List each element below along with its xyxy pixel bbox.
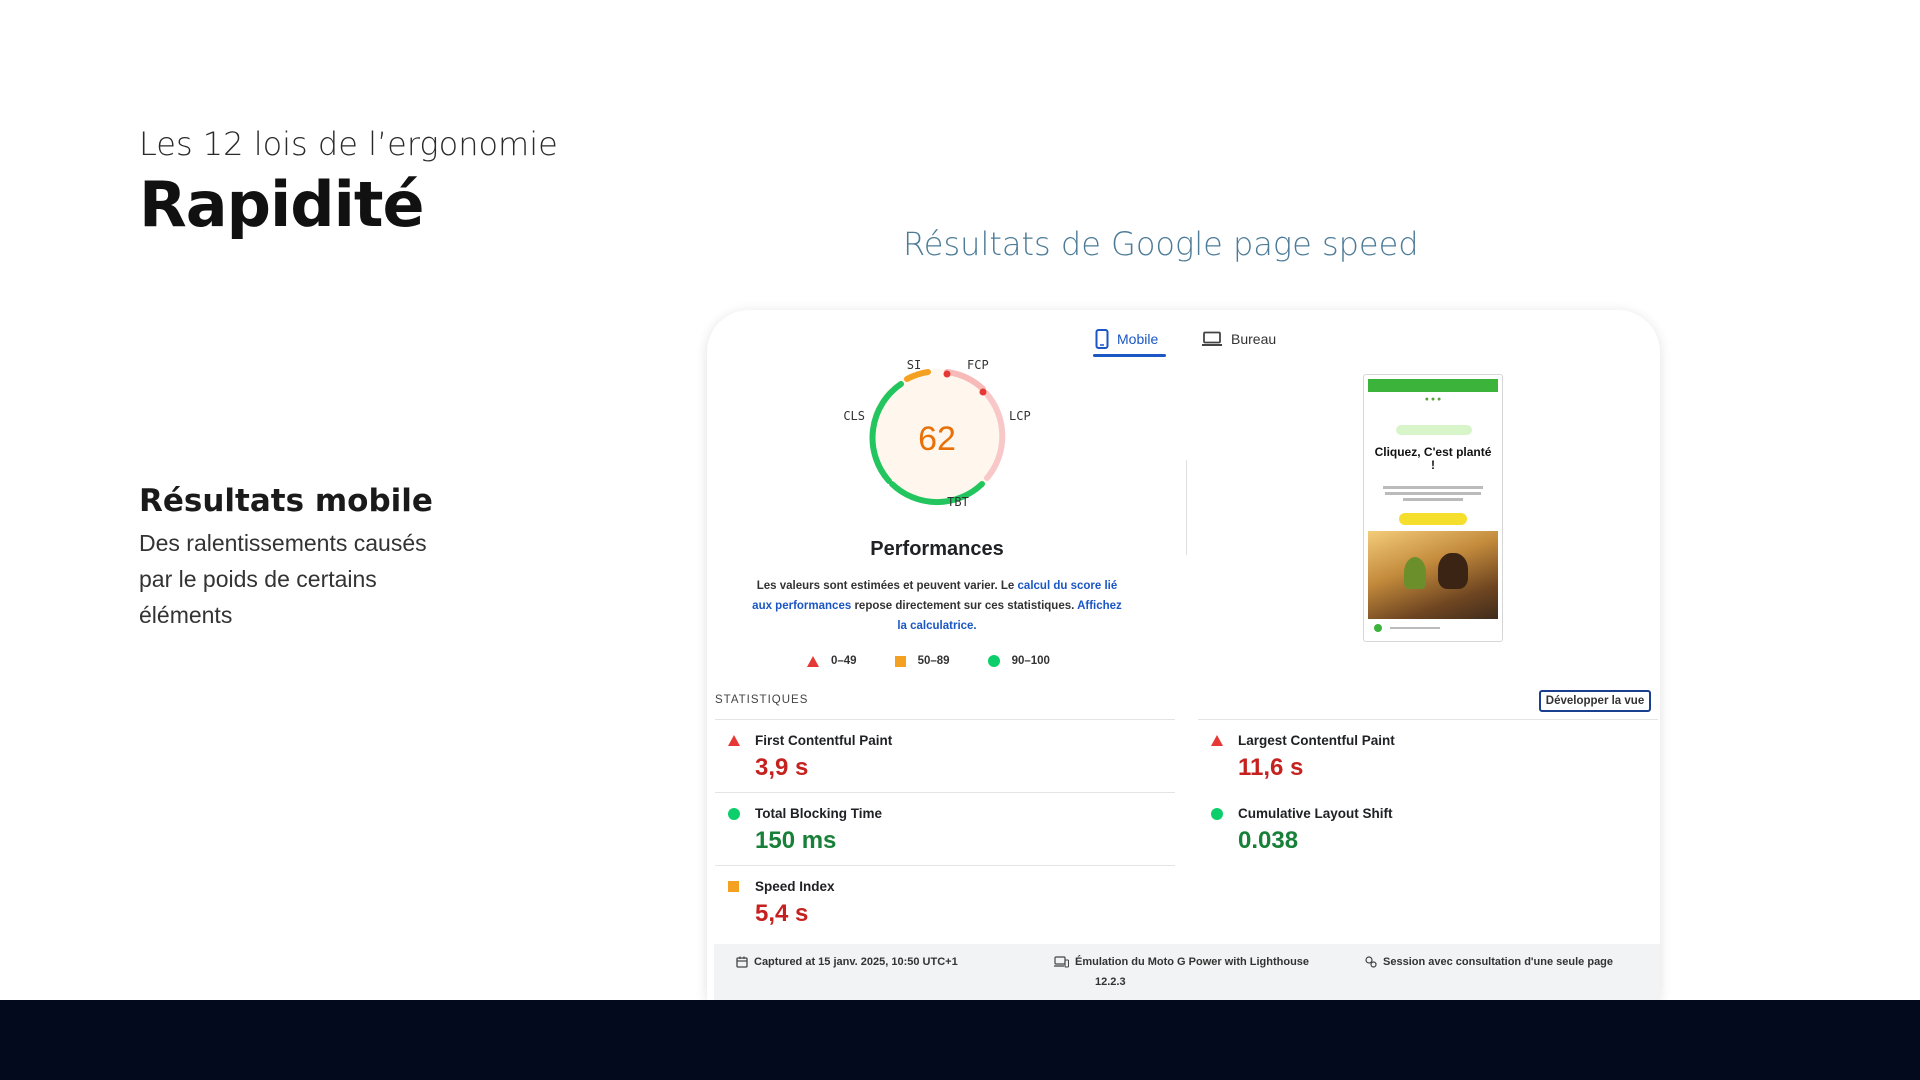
tab-desktop-label: Bureau — [1231, 331, 1277, 347]
metric-fcp: First Contentful Paint 3,9 s — [715, 719, 1175, 792]
session-text: Session avec consultation d'une seule pa… — [1383, 956, 1614, 968]
gauge-label-si: SI — [907, 360, 921, 372]
square-orange-icon — [894, 655, 906, 667]
section-title: Résultats mobile — [139, 483, 433, 519]
gauge-label-tbt: TBT — [947, 495, 969, 509]
card-caption: Résultats de Google page speed — [903, 225, 1419, 263]
legend-item-pass: 90–100 — [987, 655, 1050, 667]
screenshot-footer-line — [1390, 627, 1440, 629]
legend-label-average: 50–89 — [917, 655, 950, 667]
tab-desktop[interactable]: Bureau — [1201, 324, 1276, 354]
calendar-icon — [736, 956, 748, 968]
note-text-1: Les valeurs sont estimées et peuvent var… — [756, 580, 1018, 592]
screenshot-topbar — [1368, 379, 1498, 392]
slide-title: Rapidité — [139, 168, 425, 241]
gauge-label-lcp: LCP — [1009, 409, 1031, 423]
screenshot-tree — [1404, 557, 1426, 589]
legend-label-pass: 90–100 — [1011, 655, 1050, 667]
stats-title: STATISTIQUES — [715, 694, 809, 706]
pagespeed-card: Mobile Bureau 62 SI FCP LCP TBT CLS Perf… — [707, 310, 1660, 1000]
circle-green-icon — [987, 655, 1000, 667]
emulation-line-2: 12.2.3 — [1095, 976, 1126, 988]
square-orange-icon — [728, 881, 739, 892]
emulation-info: Émulation du Moto G Power with Lighthous… — [1054, 956, 1309, 988]
performance-label: Performances — [870, 538, 1004, 560]
slide-kicker: Les 12 lois de l’ergonomie — [139, 125, 558, 163]
screenshot-photo — [1368, 531, 1498, 619]
screenshot-logo: ● ● ● — [1424, 396, 1442, 403]
screenshot-child — [1438, 553, 1468, 589]
run-info-strip: Captured at 15 janv. 2025, 10:50 UTC+1 É… — [714, 944, 1660, 1000]
footer-label: AUDIT — [1804, 26, 1878, 52]
session-info: Session avec consultation d'une seule pa… — [1364, 956, 1613, 968]
screenshot-heading: Cliquez, C'est planté ! — [1374, 445, 1492, 472]
captured-at-text: Captured at 15 janv. 2025, 10:50 UTC+1 — [754, 956, 958, 968]
legend-item-average: 50–89 — [894, 655, 950, 667]
metric-cls: Cumulative Layout Shift 0.038 — [1198, 792, 1658, 865]
page-screenshot: ● ● ● Cliquez, C'est planté ! — [1363, 374, 1503, 642]
screenshot-dot — [1374, 624, 1382, 632]
tab-mobile-label: Mobile — [1117, 331, 1159, 347]
performance-note: Les valeurs sont estimées et peuvent var… — [747, 576, 1127, 636]
metric-label: First Contentful Paint — [755, 733, 893, 748]
metric-tbt: Total Blocking Time 150 ms — [715, 792, 1175, 865]
metric-value: 11,6 s — [1238, 754, 1304, 781]
circle-green-icon — [1211, 808, 1223, 820]
metric-value: 0.038 — [1238, 827, 1299, 854]
metric-label: Cumulative Layout Shift — [1238, 806, 1393, 821]
session-icon — [1365, 956, 1377, 968]
tab-mobile[interactable]: Mobile — [1095, 324, 1158, 354]
triangle-red-icon — [728, 735, 740, 746]
gauge-marker-lcp — [979, 388, 987, 396]
score-legend: 0–49 50–89 90–100 — [807, 655, 1050, 667]
emulation-text: Émulation du Moto G Power with Lighthous… — [1075, 956, 1309, 988]
metric-label: Total Blocking Time — [755, 806, 883, 821]
triangle-red-icon — [807, 655, 819, 667]
screenshot-badge — [1396, 425, 1472, 435]
screenshot-paragraph — [1380, 483, 1486, 504]
laptop-icon — [1202, 331, 1222, 346]
metric-label: Largest Contentful Paint — [1238, 733, 1395, 748]
metric-label: Speed Index — [755, 879, 835, 894]
gauge-marker-fcp — [943, 370, 951, 378]
section-body: Des ralentissements causés par le poids … — [139, 530, 427, 628]
emulation-line-1: Émulation du Moto G Power with Lighthous… — [1075, 956, 1310, 968]
metric-value: 5,4 s — [755, 900, 809, 927]
gauge-label-fcp: FCP — [967, 360, 989, 372]
legend-item-fail: 0–49 — [807, 655, 857, 667]
circle-green-icon — [728, 808, 740, 820]
devices-icon — [1054, 956, 1069, 968]
metric-si: Speed Index 5,4 s — [715, 865, 1175, 938]
expand-view-button[interactable]: Développer la vue — [1539, 690, 1651, 712]
smartphone-icon — [1095, 329, 1109, 349]
note-text-2: repose directement sur ces statistiques. — [851, 600, 1078, 612]
metric-value: 150 ms — [755, 827, 837, 854]
gauge-label-cls: CLS — [843, 409, 865, 423]
triangle-red-icon — [1211, 735, 1223, 746]
performance-gauge: 62 SI FCP LCP TBT CLS — [843, 360, 1031, 509]
gauge-score: 62 — [918, 420, 956, 458]
tab-active-indicator — [1093, 354, 1166, 357]
legend-label-fail: 0–49 — [831, 655, 857, 667]
metric-value: 3,9 s — [755, 754, 809, 781]
captured-at: Captured at 15 janv. 2025, 10:50 UTC+1 — [736, 956, 958, 968]
screenshot-cta-button — [1399, 513, 1467, 525]
metric-lcp: Largest Contentful Paint 11,6 s — [1198, 719, 1658, 792]
footer-bar — [0, 1000, 1920, 1080]
vertical-divider — [1186, 460, 1187, 555]
